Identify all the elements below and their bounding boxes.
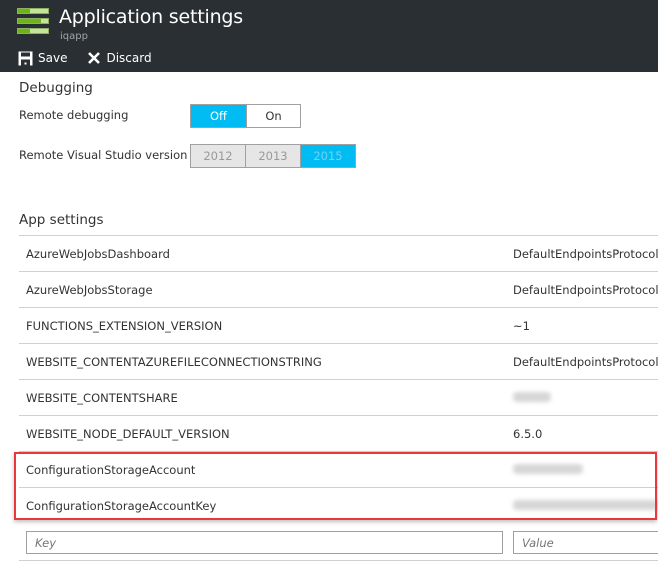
remote-debugging-off[interactable]: Off [191,105,247,127]
new-key-input[interactable] [26,531,503,554]
setting-value: DefaultEndpointsProtocol= [513,283,658,297]
page-subtitle: iqapp [60,31,88,42]
setting-key: ConfigurationStorageAccount [26,463,196,477]
app-settings-icon [17,8,49,36]
close-icon [88,52,101,64]
table-row[interactable]: ConfigurationStorageAccountKey [19,487,658,523]
table-row[interactable]: ConfigurationStorageAccount [19,451,658,487]
discard-button[interactable]: Discard [87,51,152,65]
setting-value-redacted [513,499,658,513]
setting-key: AzureWebJobsDashboard [26,247,170,261]
setting-value: ~1 [513,319,530,333]
vs-version-2012[interactable]: 2012 [191,145,246,167]
app-settings-table: AzureWebJobsDashboard DefaultEndpointsPr… [19,235,658,523]
setting-value: DefaultEndpointsProtocol= [513,247,658,261]
setting-value: 6.5.0 [513,427,543,441]
setting-key: FUNCTIONS_EXTENSION_VERSION [26,319,223,333]
new-value-input[interactable] [513,531,658,554]
setting-value-redacted [513,463,583,477]
discard-label: Discard [106,51,152,65]
table-row[interactable]: WEBSITE_CONTENTAZUREFILECONNECTIONSTRING… [19,343,658,379]
setting-key: WEBSITE_CONTENTAZUREFILECONNECTIONSTRING [26,355,322,369]
save-button[interactable]: Save [18,51,67,66]
save-label: Save [38,51,68,65]
vs-version-label: Remote Visual Studio version [19,148,188,162]
app-settings-section-title: App settings [19,212,104,228]
table-row[interactable]: AzureWebJobsStorage DefaultEndpointsProt… [19,271,658,307]
remote-debugging-toggle[interactable]: Off On [190,104,301,128]
blade-content: Debugging Remote debugging Off On Remote… [0,72,658,576]
debugging-section-title: Debugging [19,80,93,96]
setting-value: DefaultEndpointsProtocol= [513,355,658,369]
setting-value-redacted [513,391,551,405]
vs-version-2013[interactable]: 2013 [246,145,301,167]
vs-version-toggle[interactable]: 2012 2013 2015 [190,144,356,168]
setting-key: ConfigurationStorageAccountKey [26,499,217,513]
table-row[interactable]: AzureWebJobsDashboard DefaultEndpointsPr… [19,235,658,271]
page-title: Application settings [59,6,243,28]
remote-debugging-on[interactable]: On [247,105,300,127]
command-bar: Save Discard [18,49,172,67]
table-row[interactable]: WEBSITE_CONTENTSHARE [19,379,658,415]
setting-key: AzureWebJobsStorage [26,283,153,297]
remote-debugging-label: Remote debugging [19,108,129,122]
setting-key: WEBSITE_CONTENTSHARE [26,391,178,405]
table-row[interactable]: FUNCTIONS_EXTENSION_VERSION ~1 [19,307,658,343]
table-row[interactable]: WEBSITE_NODE_DEFAULT_VERSION 6.5.0 [19,415,658,451]
setting-key: WEBSITE_NODE_DEFAULT_VERSION [26,427,230,441]
vs-version-2015[interactable]: 2015 [301,145,355,167]
save-icon [18,51,33,65]
blade-header: Application settings iqapp Save Discard [0,0,658,72]
new-setting-row [19,525,658,561]
